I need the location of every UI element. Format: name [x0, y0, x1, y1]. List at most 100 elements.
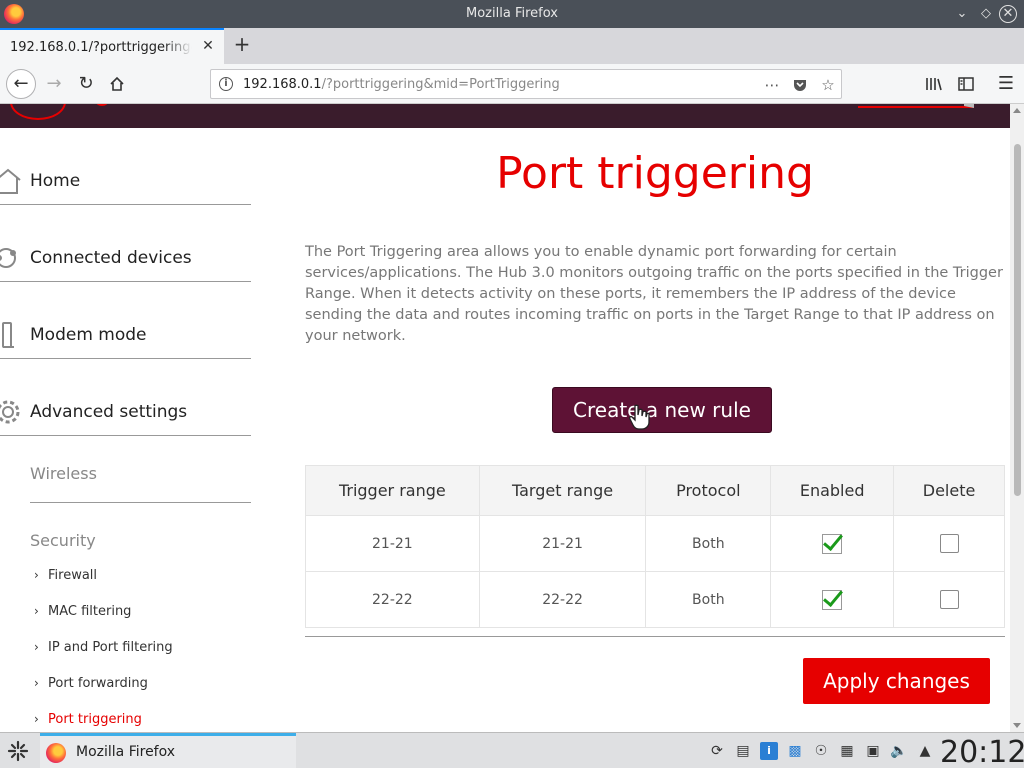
back-arrow-icon[interactable]: ←	[6, 69, 36, 99]
sidebar-item-connected-devices[interactable]: Connected devices	[0, 234, 251, 282]
page-title: Port triggering	[496, 148, 814, 199]
create-rule-button[interactable]: Create a new rule	[552, 387, 772, 433]
column-header: Trigger range	[305, 465, 480, 516]
delete-checkbox[interactable]	[939, 590, 959, 609]
info-tray-icon[interactable]: i	[760, 742, 778, 760]
column-header: Delete	[893, 465, 1005, 516]
apply-changes-button[interactable]: Apply changes	[803, 658, 990, 704]
forward-arrow-icon[interactable]: →	[40, 70, 68, 98]
scroll-down-icon[interactable]	[1013, 723, 1021, 728]
network-icon[interactable]: ▣	[864, 742, 882, 760]
delete-checkbox[interactable]	[939, 534, 959, 553]
sidebar-link-ip-port-filtering[interactable]: › IP and Port filtering	[34, 640, 173, 655]
enabled-cell	[770, 571, 895, 628]
column-header: Enabled	[770, 465, 895, 516]
library-icon[interactable]	[920, 70, 948, 98]
sidebar-item-home[interactable]: Home	[0, 157, 251, 205]
tab-close-icon[interactable]: ✕	[200, 38, 216, 54]
content-divider	[305, 636, 1005, 637]
tab-strip: 192.168.0.1/?porttriggering&mid=PortTrig…	[0, 28, 1024, 64]
protocol-cell: Both	[645, 571, 772, 628]
pocket-icon[interactable]	[789, 74, 811, 96]
sidebar-item-modem-mode[interactable]: Modem mode	[0, 311, 251, 359]
window-title: Mozilla Firefox	[466, 6, 558, 21]
sidebar-item-label: Home	[30, 171, 81, 191]
volume-icon[interactable]: 🔈	[890, 742, 908, 760]
modem-icon	[2, 322, 14, 348]
delete-cell	[893, 571, 1005, 628]
scrollbar-thumb[interactable]	[1014, 144, 1021, 496]
url-text[interactable]: 192.168.0.1/?porttriggering&mid=PortTrig…	[243, 77, 560, 92]
tab-port-triggering[interactable]: 192.168.0.1/?porttriggering&mid=PortTrig…	[0, 28, 224, 64]
page-actions-icon[interactable]: ⋯	[761, 74, 783, 96]
header-button[interactable]	[858, 104, 974, 108]
enabled-checkbox[interactable]	[822, 533, 843, 554]
trigger-range-cell: 21-21	[305, 515, 480, 572]
new-tab-icon[interactable]: +	[230, 33, 254, 57]
tray-expand-icon[interactable]: ▲	[916, 742, 934, 760]
window-titlebar: Mozilla Firefox ⌄ ◇ ✕	[0, 0, 1024, 28]
column-header: Protocol	[645, 465, 772, 516]
clock[interactable]: 20:12	[940, 735, 1024, 768]
column-header: Target range	[478, 465, 647, 516]
brand-logo-mark	[96, 104, 108, 106]
sidebar-security-heading[interactable]: Security	[30, 531, 96, 550]
chat-icon[interactable]: ▩	[786, 742, 804, 760]
close-window-icon[interactable]: ✕	[999, 5, 1017, 23]
sidebar-item-advanced-settings[interactable]: Advanced settings	[0, 388, 251, 436]
site-header	[0, 104, 1010, 128]
minimize-icon[interactable]: ⌄	[952, 4, 972, 24]
updates-icon[interactable]: ☉	[812, 742, 830, 760]
table-header-row: Trigger range Target range Protocol Enab…	[305, 465, 1005, 516]
taskbar-item-firefox[interactable]: Mozilla Firefox	[40, 733, 296, 768]
target-range-cell: 22-22	[478, 571, 647, 628]
site-info-icon[interactable]: i	[219, 77, 233, 91]
table-row: 22-22 22-22 Both	[305, 571, 1005, 628]
tab-title: 192.168.0.1/?porttriggering&mid=PortTrig…	[10, 40, 192, 55]
menu-icon[interactable]: ☰	[992, 70, 1020, 98]
port-triggering-table: Trigger range Target range Protocol Enab…	[305, 465, 1005, 628]
sync-icon[interactable]: ⟳	[708, 742, 726, 760]
taskbar: Mozilla Firefox ⟳ ▤ i ▩ ☉ ▦ ▣ 🔈 ▲ 20:12	[0, 732, 1024, 768]
page-description: The Port Triggering area allows you to e…	[305, 244, 1003, 344]
clipboard-icon[interactable]: ▤	[734, 742, 752, 760]
chevron-right-icon: ›	[34, 712, 39, 726]
delete-cell	[893, 515, 1005, 572]
table-row: 21-21 21-21 Both	[305, 515, 1005, 572]
sidebar-toggle-icon[interactable]	[952, 70, 980, 98]
house-icon	[0, 168, 21, 194]
chevron-right-icon: ›	[34, 676, 39, 690]
sidebar-item-label: Modem mode	[30, 325, 147, 345]
web-page: Home Connected devices Modem mode Advanc…	[0, 104, 1010, 732]
home-icon[interactable]	[103, 70, 131, 98]
bookmark-star-icon[interactable]: ☆	[817, 74, 839, 96]
target-range-cell: 21-21	[478, 515, 647, 572]
brand-logo[interactable]	[10, 104, 66, 120]
app-launcher-icon[interactable]	[6, 739, 30, 763]
trigger-range-cell: 22-22	[305, 571, 480, 628]
firefox-logo-icon	[46, 743, 66, 763]
sidebar-link-port-forwarding[interactable]: › Port forwarding	[34, 676, 148, 691]
sidebar-link-firewall[interactable]: › Firewall	[34, 568, 97, 583]
chevron-right-icon: ›	[34, 568, 39, 582]
enabled-cell	[770, 515, 895, 572]
sidebar-wireless-heading[interactable]: Wireless	[30, 464, 97, 483]
device-icon[interactable]: ▦	[838, 742, 856, 760]
sidebar-item-label: Advanced settings	[30, 402, 188, 422]
devices-icon	[0, 248, 16, 268]
sidebar-item-label: Connected devices	[30, 248, 192, 268]
chevron-right-icon: ›	[34, 640, 39, 654]
sidebar-link-port-triggering[interactable]: › Port triggering	[34, 712, 142, 727]
gear-icon	[0, 400, 20, 424]
chevron-right-icon: ›	[34, 604, 39, 618]
navigation-bar: ← → ↻ i 192.168.0.1/?porttriggering&mid=…	[0, 64, 1024, 104]
taskbar-item-label: Mozilla Firefox	[76, 744, 176, 760]
enabled-checkbox[interactable]	[822, 589, 843, 610]
reload-icon[interactable]: ↻	[72, 70, 100, 98]
sidebar-link-mac-filtering[interactable]: › MAC filtering	[34, 604, 131, 619]
page-scrollbar[interactable]	[1010, 104, 1024, 732]
address-bar[interactable]: i 192.168.0.1/?porttriggering&mid=PortTr…	[210, 69, 842, 99]
scroll-up-icon[interactable]	[1013, 108, 1021, 113]
hand-cursor-icon	[629, 404, 650, 430]
maximize-icon[interactable]: ◇	[976, 4, 996, 24]
